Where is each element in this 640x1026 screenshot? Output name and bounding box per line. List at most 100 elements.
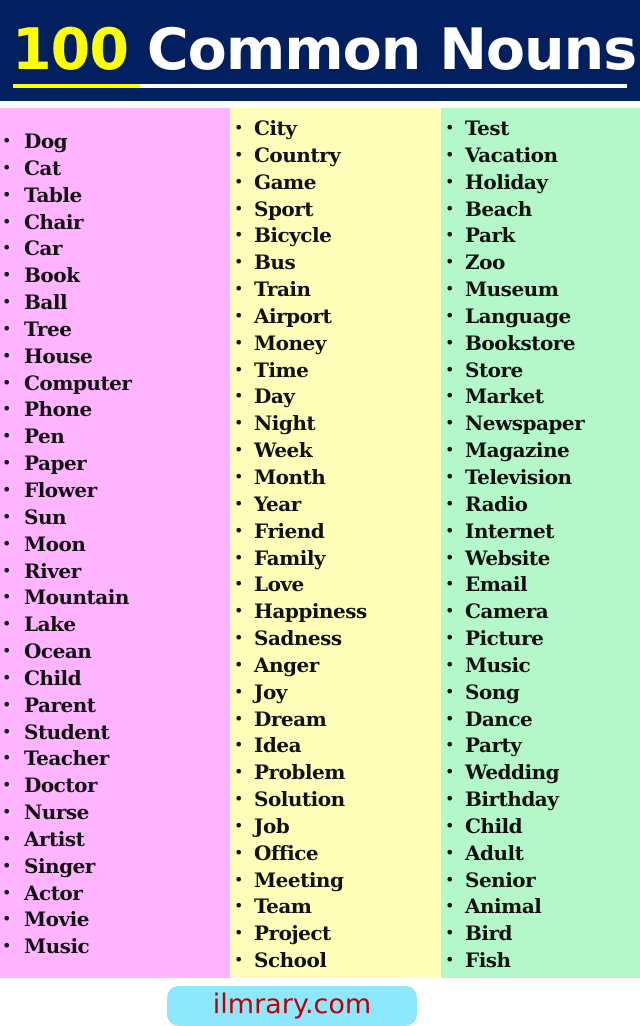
list-item: • Movie [0,906,131,933]
noun-word: Dog [24,129,68,153]
noun-word: Radio [465,491,528,516]
list-item: • Dog [0,128,131,155]
bullet-icon: • [445,628,454,648]
bullet-icon: • [2,533,11,553]
noun-word: Birthday [465,787,559,812]
list-item: • Website [441,545,584,572]
bullet-icon: • [234,440,243,460]
list-item: • Country [230,142,367,169]
bullet-icon: • [234,708,243,728]
list-item: • Test [441,115,584,142]
bullet-icon: • [445,654,454,674]
bullet-icon: • [234,574,243,594]
noun-word: Table [24,182,82,207]
noun-word: Fish [465,948,511,973]
bullet-icon: • [445,923,454,943]
bullet-icon: • [234,950,243,970]
noun-word: Student [24,719,110,744]
list-item: • Music [441,652,584,679]
noun-word: Party [465,733,522,758]
noun-word: Senior [465,867,536,892]
noun-word: Magazine [465,438,570,463]
noun-word: Language [465,303,571,328]
noun-word: Music [465,652,531,677]
noun-word: Night [254,411,316,436]
noun-word: Train [254,277,311,302]
noun-word: Solution [254,787,345,812]
noun-word: Meeting [254,867,344,892]
bullet-icon: • [234,198,243,218]
noun-word: Picture [465,626,544,651]
list-item: • Game [230,169,367,196]
bullet-icon: • [445,198,454,218]
list-item: • Phone [0,396,131,423]
list-item: • City [230,115,367,142]
noun-word: Teacher [24,746,109,771]
noun-column-3: • Test • Vacation • Holiday • Beach • Park • Zoo • Mu… [441,108,640,978]
noun-word: Computer [24,370,132,395]
noun-word: Camera [465,599,549,624]
list-item: • Nurse [0,799,131,826]
noun-word: Anger [254,652,319,677]
list-item: • Day [230,383,367,410]
list-item: • Artist [0,826,131,853]
bullet-icon: • [445,386,454,406]
bullet-icon: • [445,815,454,835]
list-item: • Sadness [230,625,367,652]
noun-word: Zoo [465,250,505,275]
list-item: • Moon [0,531,131,558]
bullet-icon: • [234,359,243,379]
bullet-icon: • [234,815,243,835]
noun-word: Money [254,330,326,355]
website-link[interactable]: ilmrary.com [167,986,417,1026]
bullet-icon: • [2,131,11,150]
bullet-icon: • [234,628,243,648]
list-item: • Bicycle [230,222,367,249]
noun-word: Paper [24,451,87,476]
noun-word: Ball [24,290,68,315]
noun-word: Team [254,894,312,919]
bullet-icon: • [2,936,11,956]
noun-word: Office [254,840,319,865]
list-item: • Beach [441,196,584,223]
bullet-icon: • [445,601,454,621]
list-item: • Animal [441,893,584,920]
noun-word: Week [254,438,313,463]
list-item: • Night [230,410,367,437]
bullet-icon: • [234,654,243,674]
bullet-icon: • [234,144,243,164]
page-title: 100 Common Nouns [12,14,637,86]
list-item: • Bookstore [441,330,584,357]
bullet-icon: • [2,587,11,607]
bullet-icon: • [234,681,243,701]
list-item: • Doctor [0,772,131,799]
noun-word: Dance [465,706,533,731]
noun-word: Dream [254,706,327,731]
noun-list: • Dog • Cat • Table • Chair • Car • Book • Ball • Tree •… [0,128,132,960]
list-item: • Parent [0,692,131,719]
noun-word: Year [254,491,301,516]
noun-word: Bookstore [465,330,576,355]
bullet-icon: • [2,318,11,338]
title-underline-yellow [13,84,140,88]
bullet-icon: • [2,345,11,365]
bullet-icon: • [2,614,11,634]
noun-word: Friend [254,518,325,543]
noun-word: Cat [24,155,61,180]
list-item: • Party [441,732,584,759]
noun-word: Singer [24,853,95,878]
list-item: • Vacation [441,142,584,169]
noun-word: Holiday [465,169,548,194]
bullet-icon: • [445,896,454,916]
noun-word: Day [254,384,295,409]
noun-word: Vacation [465,142,558,167]
list-item: • Project [230,920,367,947]
bullet-icon: • [445,359,454,379]
bullet-icon: • [2,426,11,446]
list-item: • Adult [441,840,584,867]
noun-word: Store [465,357,523,382]
bullet-icon: • [234,413,243,433]
noun-word: Animal [465,894,542,919]
noun-word: Website [465,545,550,570]
list-item: • Computer [0,370,132,397]
